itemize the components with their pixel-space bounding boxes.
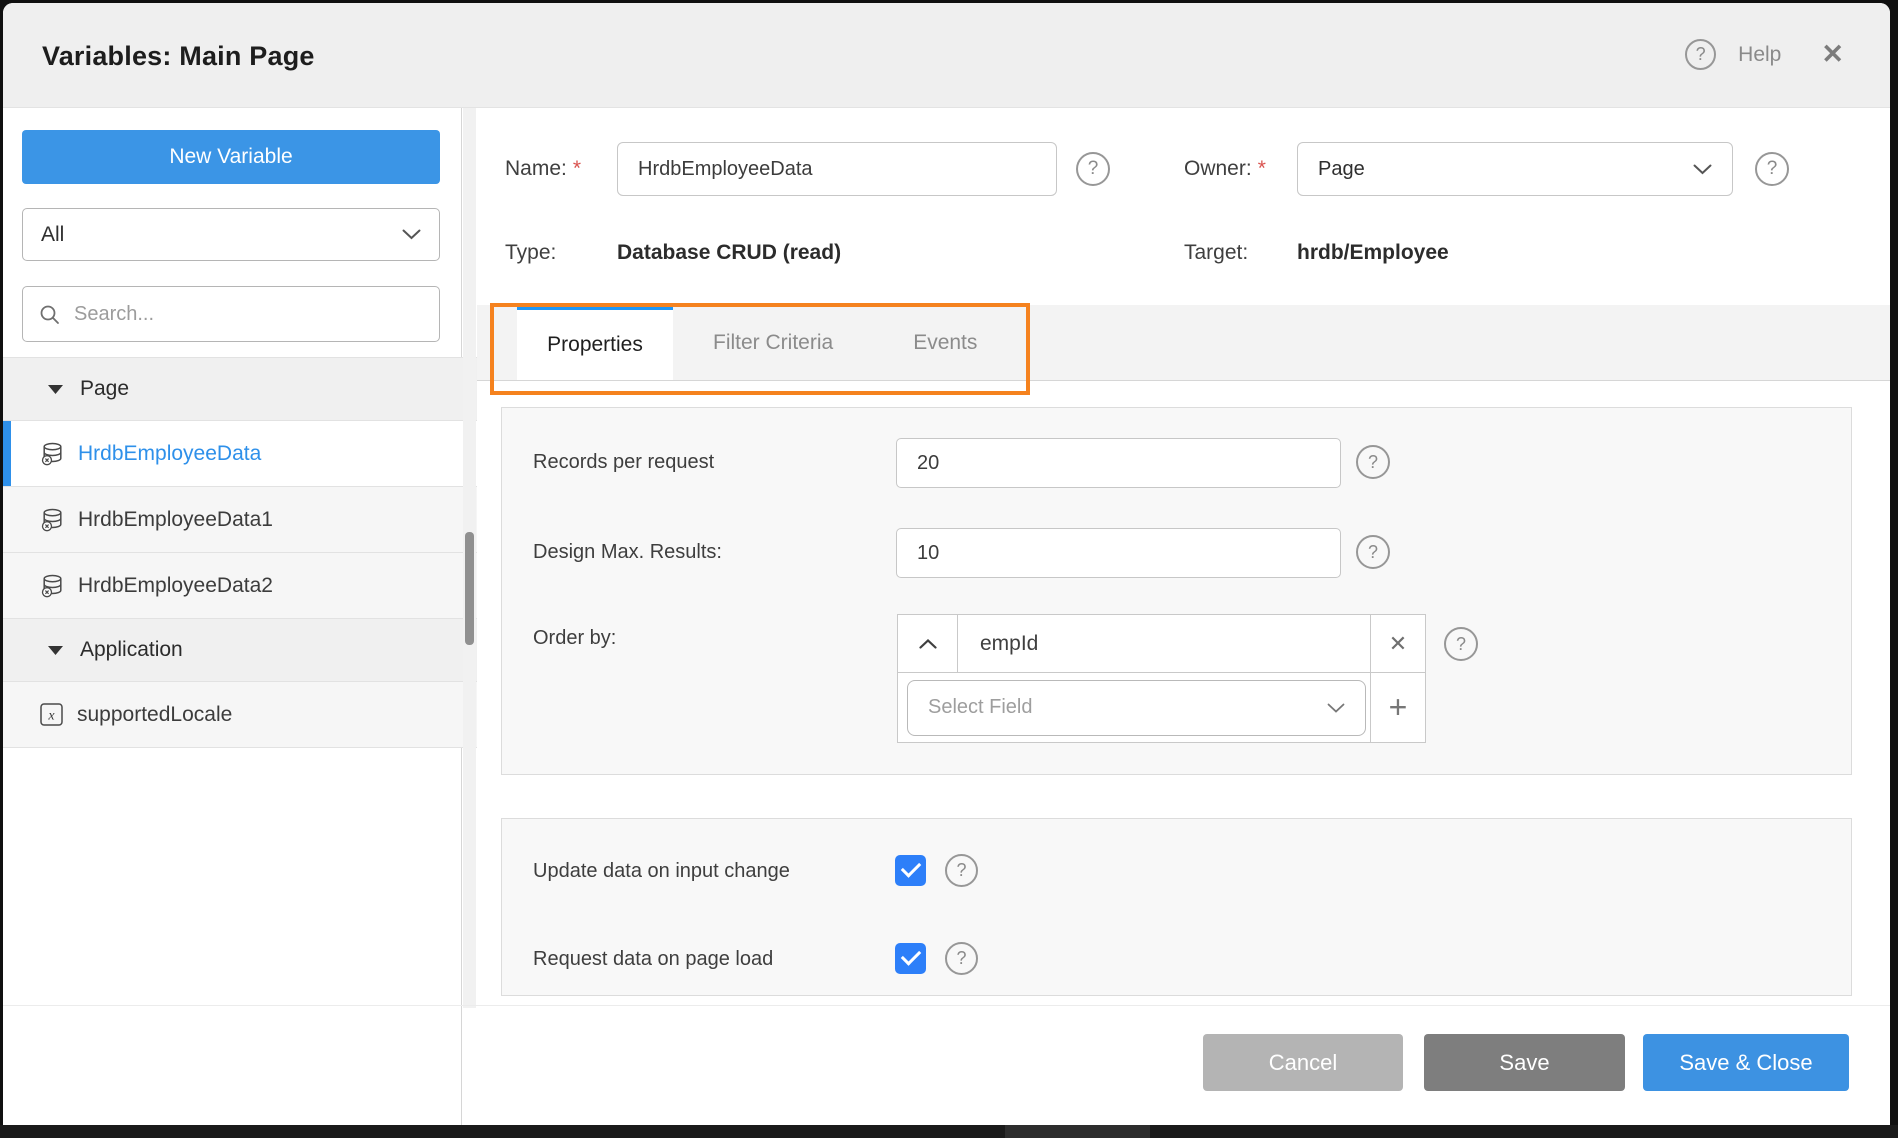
tree-item-label: HrdbEmployeeData2 [78, 574, 273, 598]
new-variable-button[interactable]: New Variable [22, 130, 440, 184]
order-by-editor: ✕ Select Field + [897, 614, 1426, 743]
triangle-down-icon [48, 646, 63, 655]
type-label: Type: [505, 240, 556, 266]
owner-help-icon[interactable]: ? [1755, 152, 1789, 186]
request-on-load-label: Request data on page load [533, 946, 773, 972]
tree-item-hrdbemployeedata2[interactable]: HrdbEmployeeData2 [3, 553, 477, 619]
tree-item-hrdbemployeedata[interactable]: HrdbEmployeeData [3, 421, 477, 487]
selected-indicator [3, 421, 11, 486]
tree-section-page[interactable]: Page [3, 358, 477, 421]
request-on-load-help-icon[interactable]: ? [945, 942, 978, 975]
owner-label: Owner:* [1184, 156, 1266, 182]
svg-text:x: x [47, 709, 55, 724]
chevron-down-icon [1327, 703, 1345, 713]
tree-item-label: HrdbEmployeeData1 [78, 508, 273, 532]
tab-properties[interactable]: Properties [517, 305, 673, 380]
add-order-by-button[interactable]: + [1370, 672, 1425, 742]
database-variable-icon [39, 441, 65, 467]
header-actions: ? Help ✕ [1685, 39, 1844, 70]
target-label: Target: [1184, 240, 1248, 266]
close-icon[interactable]: ✕ [1821, 41, 1844, 68]
tab-filter-criteria[interactable]: Filter Criteria [673, 305, 873, 380]
update-on-input-help-icon[interactable]: ? [945, 854, 978, 887]
tree-section-label: Page [80, 377, 129, 401]
background-app-bar-fragment [1005, 1125, 1150, 1138]
owner-value: Page [1318, 158, 1365, 181]
variables-sidebar: New Variable All Page [3, 108, 462, 1125]
variable-detail-panel: Name:* ? Owner:* Page ? Type: Database C… [477, 108, 1890, 1125]
design-max-results-label: Design Max. Results: [533, 539, 722, 565]
owner-dropdown[interactable]: Page [1297, 142, 1733, 196]
database-variable-icon [39, 507, 65, 533]
tree-item-hrdbemployeedata1[interactable]: HrdbEmployeeData1 [3, 487, 477, 553]
update-on-input-checkbox[interactable] [895, 855, 926, 886]
cancel-button[interactable]: Cancel [1203, 1034, 1403, 1091]
save-button[interactable]: Save [1424, 1034, 1625, 1091]
order-by-field-cell [958, 615, 1370, 672]
name-label: Name:* [505, 156, 581, 182]
dialog-title: Variables: Main Page [42, 41, 315, 72]
required-marker: * [573, 157, 581, 180]
records-per-request-input[interactable] [896, 438, 1341, 488]
variables-dialog: Variables: Main Page ? Help ✕ New Variab… [3, 3, 1890, 1125]
order-by-help-icon[interactable]: ? [1444, 627, 1478, 661]
records-per-request-label: Records per request [533, 449, 714, 475]
order-by-field-input[interactable] [958, 632, 1370, 656]
save-and-close-button[interactable]: Save & Close [1643, 1034, 1849, 1091]
type-value: Database CRUD (read) [617, 240, 841, 266]
select-field-placeholder: Select Field [928, 696, 1033, 719]
tree-section-label: Application [80, 638, 183, 662]
sort-ascending-button[interactable] [898, 615, 958, 672]
database-variable-icon [39, 573, 65, 599]
behavior-panel: Update data on input change ? Request da… [501, 818, 1852, 996]
design-max-results-input[interactable] [896, 528, 1341, 578]
sidebar-scrollbar-thumb[interactable] [465, 532, 474, 645]
dialog-header: Variables: Main Page ? Help ✕ [3, 3, 1890, 108]
target-value: hrdb/Employee [1297, 240, 1449, 266]
search-box [22, 286, 440, 342]
select-field-dropdown[interactable]: Select Field [907, 680, 1366, 736]
order-by-label: Order by: [533, 625, 616, 651]
required-marker: * [1258, 157, 1266, 180]
search-icon [39, 304, 60, 325]
order-by-add-row: Select Field [898, 672, 1370, 742]
variables-tree: Page HrdbEmployeeData HrdbEmployeeData1 [3, 357, 477, 748]
tree-item-supportedlocale[interactable]: x supportedLocale [3, 682, 477, 748]
footer-divider [3, 1005, 1890, 1006]
tab-bar: Properties Filter Criteria Events [477, 305, 1890, 381]
static-variable-icon: x [39, 702, 64, 727]
background-app-bar [0, 1125, 1898, 1138]
search-input[interactable] [74, 303, 423, 326]
request-on-load-checkbox[interactable] [895, 943, 926, 974]
chevron-down-icon [1693, 164, 1712, 175]
name-input[interactable] [617, 142, 1057, 196]
variable-filter-dropdown[interactable]: All [22, 208, 440, 261]
tree-item-label: supportedLocale [77, 703, 232, 727]
name-help-icon[interactable]: ? [1076, 152, 1110, 186]
tab-events[interactable]: Events [873, 305, 1017, 380]
update-on-input-label: Update data on input change [533, 858, 790, 884]
chevron-down-icon [402, 229, 421, 240]
tree-item-label: HrdbEmployeeData [78, 442, 261, 466]
tree-section-application[interactable]: Application [3, 619, 477, 682]
help-icon[interactable]: ? [1685, 39, 1716, 70]
remove-order-by-button[interactable]: ✕ [1370, 615, 1425, 672]
records-help-icon[interactable]: ? [1356, 445, 1390, 479]
properties-panel: Records per request ? Design Max. Result… [501, 407, 1852, 775]
max-results-help-icon[interactable]: ? [1356, 535, 1390, 569]
help-label[interactable]: Help [1738, 43, 1781, 67]
variable-filter-value: All [41, 223, 64, 247]
triangle-down-icon [48, 385, 63, 394]
